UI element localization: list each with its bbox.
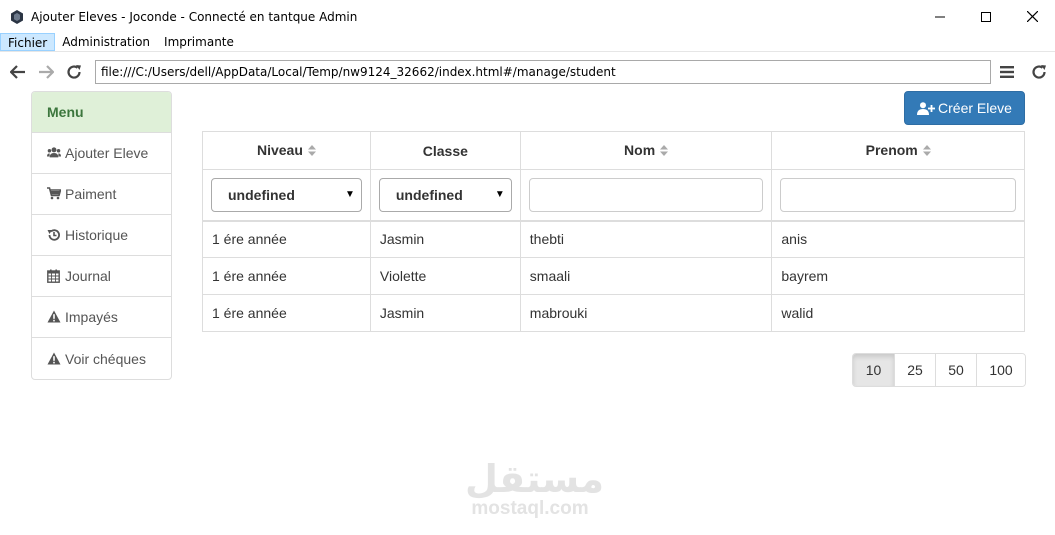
cell-classe: Jasmin <box>369 220 521 258</box>
cell-niveau: 1 ére année <box>202 257 371 295</box>
close-icon <box>1026 11 1038 22</box>
arrow-left-icon <box>10 64 25 79</box>
cell-prenom: bayrem <box>771 257 1025 295</box>
create-eleve-label: Créer Eleve <box>938 100 1012 116</box>
maximize-icon <box>981 11 991 22</box>
watermark-arabic: مستقل <box>465 457 604 501</box>
warning-icon <box>47 352 61 366</box>
select-value: undefined <box>228 186 295 203</box>
filter-cell: undefined ▼ <box>369 169 521 222</box>
sidebar-item-label: Ajouter Eleve <box>65 145 149 161</box>
cell-niveau: 1 ére année <box>202 294 371 332</box>
hamburger-icon <box>1000 66 1014 78</box>
filter-cell: undefined ▼ <box>202 169 371 222</box>
select-value: undefined <box>395 186 463 203</box>
filter-cell <box>771 169 1025 222</box>
reload-icon <box>1032 65 1046 79</box>
arrow-right-icon <box>39 64 54 79</box>
menu-imprimante[interactable]: Imprimante <box>157 33 241 51</box>
column-header-nom[interactable]: Nom <box>519 131 773 170</box>
column-label: Nom <box>624 141 656 158</box>
sidebar-item-impayes[interactable]: Impayés <box>32 297 171 338</box>
sidebar-item-label: Voir chéques <box>65 350 146 367</box>
table-row[interactable]: 1 ére année Jasmin mabrouki walid <box>202 294 1025 332</box>
warning-icon <box>47 310 61 324</box>
cart-icon <box>47 187 61 201</box>
cell-prenom: anis <box>771 220 1025 258</box>
table-row[interactable]: 1 ére année Violette smaali bayrem <box>202 257 1025 295</box>
menu-administration[interactable]: Administration <box>55 33 157 51</box>
sidebar-item-label: Paiment <box>65 186 117 202</box>
sidebar-item-paiment[interactable]: Paiment <box>32 174 171 215</box>
cell-classe: Jasmin <box>369 294 521 332</box>
column-label: Prenom <box>865 141 918 158</box>
filter-cell <box>519 169 773 222</box>
back-button[interactable] <box>4 58 32 86</box>
page-size-10-button[interactable]: 10 <box>853 354 894 386</box>
column-label: Niveau <box>256 141 303 158</box>
sidebar-item-label: Historique <box>65 227 129 243</box>
cell-nom: thebti <box>519 220 773 258</box>
minimize-button[interactable] <box>917 0 963 33</box>
cell-nom: mabrouki <box>519 294 773 332</box>
sort-icon <box>307 143 316 159</box>
window-title: Ajouter Eleves - Joconde - Connecté en t… <box>31 9 358 24</box>
app-logo-icon <box>11 9 23 24</box>
prenom-filter-input[interactable] <box>780 177 1016 212</box>
menu-bar: Fichier Administration Imprimante <box>0 33 1055 51</box>
sidebar-item-journal[interactable]: Journal <box>32 256 171 297</box>
sidebar-item-ajouter-eleve[interactable]: Ajouter Eleve <box>32 133 171 174</box>
column-header-niveau[interactable]: Niveau <box>202 131 371 170</box>
sidebar-item-voir-cheques[interactable]: Voir chéques <box>32 338 171 379</box>
cell-prenom: walid <box>771 294 1025 332</box>
title-bar: Ajouter Eleves - Joconde - Connecté en t… <box>0 0 1055 33</box>
page-size-100-button[interactable]: 100 <box>976 354 1025 386</box>
users-icon <box>47 146 61 160</box>
minimize-icon <box>935 16 945 17</box>
page-size-selector: 10 25 50 100 <box>852 353 1026 387</box>
students-table: Niveau Classe Nom Prenom undefined ▼ und… <box>202 131 1025 332</box>
sidebar-item-historique[interactable]: Historique <box>32 215 171 256</box>
nom-filter-input[interactable] <box>528 177 764 212</box>
sidebar-menu: Menu Ajouter Eleve Paiment Historique Jo… <box>31 91 172 380</box>
filter-row: undefined ▼ undefined ▼ <box>202 169 1025 222</box>
column-header-classe[interactable]: Classe <box>369 131 521 170</box>
hamburger-menu-button[interactable] <box>993 58 1021 86</box>
refresh-button[interactable] <box>1025 58 1053 86</box>
address-bar[interactable]: file:///C:/Users/dell/AppData/Local/Temp… <box>95 60 991 84</box>
history-icon <box>47 228 61 242</box>
watermark-logo: مستقل mostaql.com <box>465 457 604 520</box>
sidebar-item-label: Impayés <box>65 309 118 325</box>
navigation-bar: file:///C:/Users/dell/AppData/Local/Temp… <box>0 51 1055 91</box>
cell-nom: smaali <box>519 257 773 295</box>
create-eleve-button[interactable]: Créer Eleve <box>904 91 1025 125</box>
sidebar-item-label: Journal <box>65 268 111 284</box>
caret-down-icon: ▼ <box>494 189 505 201</box>
calendar-icon <box>47 269 61 283</box>
sidebar-header: Menu <box>32 92 171 133</box>
table-row[interactable]: 1 ére année Jasmin thebti anis <box>202 220 1025 258</box>
sort-icon <box>660 143 669 159</box>
caret-down-icon: ▼ <box>344 189 355 201</box>
column-label: Classe <box>422 142 468 159</box>
forward-button[interactable] <box>32 58 60 86</box>
reload-button[interactable] <box>60 58 88 86</box>
niveau-filter-select[interactable]: undefined ▼ <box>211 177 362 212</box>
reload-icon <box>67 64 81 79</box>
page-size-25-button[interactable]: 25 <box>894 354 935 386</box>
cell-classe: Violette <box>369 257 521 295</box>
cell-niveau: 1 ére année <box>202 220 371 258</box>
table-header-row: Niveau Classe Nom Prenom <box>202 131 1025 170</box>
classe-filter-select[interactable]: undefined ▼ <box>378 177 512 212</box>
watermark-latin: mostaql.com <box>471 498 589 519</box>
maximize-button[interactable] <box>963 0 1009 33</box>
menu-fichier[interactable]: Fichier <box>0 33 56 51</box>
column-header-prenom[interactable]: Prenom <box>771 131 1025 170</box>
user-plus-icon <box>917 101 936 115</box>
page-size-50-button[interactable]: 50 <box>935 354 976 386</box>
sort-icon <box>922 143 931 159</box>
close-button[interactable] <box>1009 0 1055 33</box>
